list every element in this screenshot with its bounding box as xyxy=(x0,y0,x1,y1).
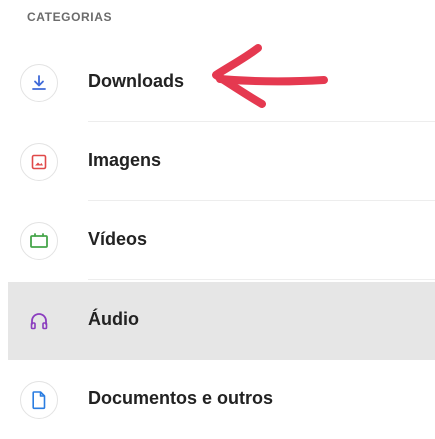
category-label: Vídeos xyxy=(88,229,148,249)
document-icon xyxy=(20,381,58,419)
category-label: Downloads xyxy=(88,71,185,91)
divider xyxy=(88,200,435,201)
download-icon xyxy=(20,64,58,102)
divider xyxy=(88,279,435,280)
category-label: Áudio xyxy=(88,309,139,329)
category-videos[interactable]: Vídeos xyxy=(0,202,435,280)
category-label: Imagens xyxy=(88,150,162,170)
category-label: Documentos e outros xyxy=(88,388,274,408)
image-icon xyxy=(20,143,58,181)
category-imagens[interactable]: Imagens xyxy=(0,123,435,201)
divider xyxy=(88,121,435,122)
headphones-icon xyxy=(20,302,58,340)
category-audio[interactable]: Áudio xyxy=(8,282,435,360)
video-icon xyxy=(20,222,58,260)
category-documentos[interactable]: Documentos e outros xyxy=(0,361,435,439)
annotation-arrow xyxy=(212,44,328,108)
section-header: CATEGORIAS xyxy=(27,10,113,24)
